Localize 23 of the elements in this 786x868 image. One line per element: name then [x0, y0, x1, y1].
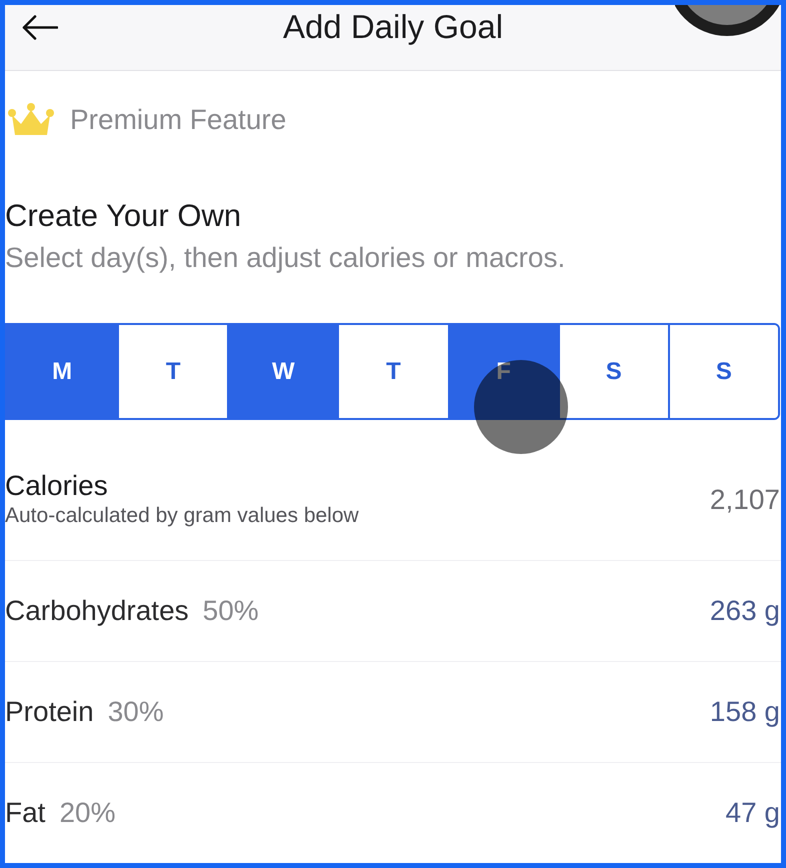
macro-grams: 47 g	[726, 796, 780, 830]
day-toggle[interactable]: S	[668, 325, 778, 418]
arrow-left-icon	[22, 14, 58, 40]
macro-name: Fat	[5, 796, 46, 830]
section-subtitle: Select day(s), then adjust calories or macros.	[5, 242, 566, 274]
section-title: Create Your Own	[5, 198, 242, 234]
ring-icon	[675, 5, 781, 36]
premium-label: Premium Feature	[70, 103, 286, 137]
macro-percent: 50%	[202, 594, 259, 628]
day-toggle[interactable]: W	[227, 325, 338, 418]
calories-label: Calories	[5, 470, 109, 502]
macro-percent: 20%	[59, 796, 116, 830]
macro-grams: 158 g	[710, 695, 780, 729]
day-toggle[interactable]: M	[7, 325, 118, 418]
header-title: Add Daily Goal	[282, 7, 504, 47]
back-button[interactable]	[22, 14, 58, 40]
crown-icon	[8, 102, 54, 138]
macro-grams: 263 g	[710, 594, 780, 628]
macro-percent: 30%	[108, 695, 164, 729]
calories-value: 2,107	[710, 482, 780, 516]
macro-name: Protein	[5, 695, 94, 729]
macro-name: Carbohydrates	[5, 594, 189, 628]
calories-note: Auto-calculated by gram values below	[5, 503, 359, 529]
